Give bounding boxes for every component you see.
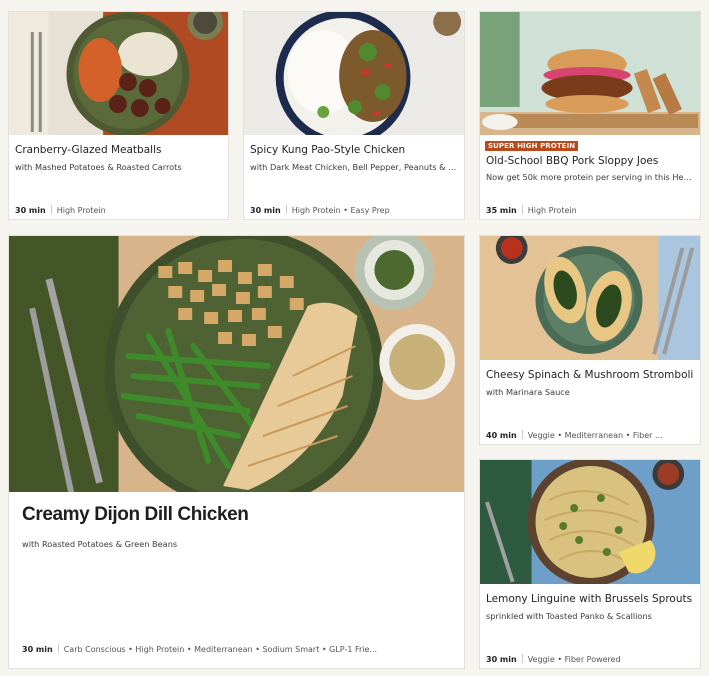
recipe-meta: 40 min Veggie • Mediterranean • Fiber ... (486, 430, 694, 440)
recipe-card-spinach-stromboli[interactable]: Cheesy Spinach & Mushroom Stromboli with… (479, 235, 701, 445)
cook-time: 30 min (15, 206, 46, 215)
cook-time: 35 min (486, 206, 517, 215)
recipe-image (9, 12, 228, 135)
divider (50, 205, 52, 214)
recipe-subtitle: with Mashed Potatoes & Roasted Carrots (15, 162, 182, 172)
recipe-title[interactable]: Cranberry-Glazed Meatballs (15, 144, 222, 156)
recipe-meta: 30 min High Protein • Easy Prep (250, 205, 458, 215)
recipe-meta: 30 min High Protein (15, 205, 222, 215)
recipe-subtitle: Now get 50k more protein per serving in … (486, 172, 694, 182)
recipe-tags: Carb Conscious • High Protein • Mediterr… (63, 645, 378, 654)
cook-time: 30 min (22, 645, 53, 654)
recipe-title[interactable]: Cheesy Spinach & Mushroom Stromboli (486, 369, 694, 381)
recipe-image (480, 12, 700, 135)
divider (521, 654, 523, 663)
divider (521, 205, 523, 214)
divider (521, 430, 523, 439)
recipe-title[interactable]: Creamy Dijon Dill Chicken (22, 504, 249, 526)
recipe-image (480, 236, 700, 360)
recipe-card-lemony-linguine[interactable]: Lemony Linguine with Brussels Sprouts sp… (479, 459, 701, 669)
recipe-image (9, 236, 464, 492)
divider (285, 205, 287, 214)
cook-time: 40 min (486, 431, 517, 440)
recipe-tags: High Protein • Easy Prep (291, 206, 390, 215)
recipe-meta: 30 min Carb Conscious • High Protein • Me… (22, 644, 458, 654)
recipe-subtitle: with Roasted Potatoes & Green Beans (22, 539, 178, 549)
recipe-title[interactable]: Old-School BBQ Pork Sloppy Joes (486, 155, 694, 167)
recipe-card-bbq-sloppy-joes[interactable]: SUPER HIGH PROTEIN Old-School BBQ Pork S… (479, 11, 701, 220)
divider (57, 644, 59, 653)
badge-super-high-protein: SUPER HIGH PROTEIN (485, 141, 579, 151)
cook-time: 30 min (486, 655, 517, 664)
recipe-card-kung-pao-chicken[interactable]: Spicy Kung Pao-Style Chicken with Dark M… (243, 11, 465, 220)
recipe-tags: Veggie • Fiber Powered (527, 655, 621, 664)
recipe-card-creamy-dijon-dill-chicken[interactable]: Creamy Dijon Dill Chicken with Roasted P… (8, 235, 465, 669)
recipe-card-cranberry-meatballs[interactable]: Cranberry-Glazed Meatballs with Mashed P… (8, 11, 229, 220)
recipe-title[interactable]: Spicy Kung Pao-Style Chicken (250, 144, 458, 156)
recipe-tags: Veggie • Mediterranean • Fiber ... (527, 431, 663, 440)
recipe-meta: 30 min Veggie • Fiber Powered (486, 654, 694, 664)
recipe-subtitle: with Marinara Sauce (486, 387, 570, 397)
recipe-subtitle: with Dark Meat Chicken, Bell Pepper, Pea… (250, 162, 458, 172)
recipe-meta: 35 min High Protein (486, 205, 694, 215)
recipe-image (244, 12, 464, 135)
cook-time: 30 min (250, 206, 281, 215)
recipe-subtitle: sprinkled with Toasted Panko & Scallions (486, 611, 652, 621)
recipe-tags: High Protein (56, 206, 106, 215)
recipe-title[interactable]: Lemony Linguine with Brussels Sprouts (486, 593, 694, 605)
recipe-image (480, 460, 700, 584)
recipe-tags: High Protein (527, 206, 577, 215)
